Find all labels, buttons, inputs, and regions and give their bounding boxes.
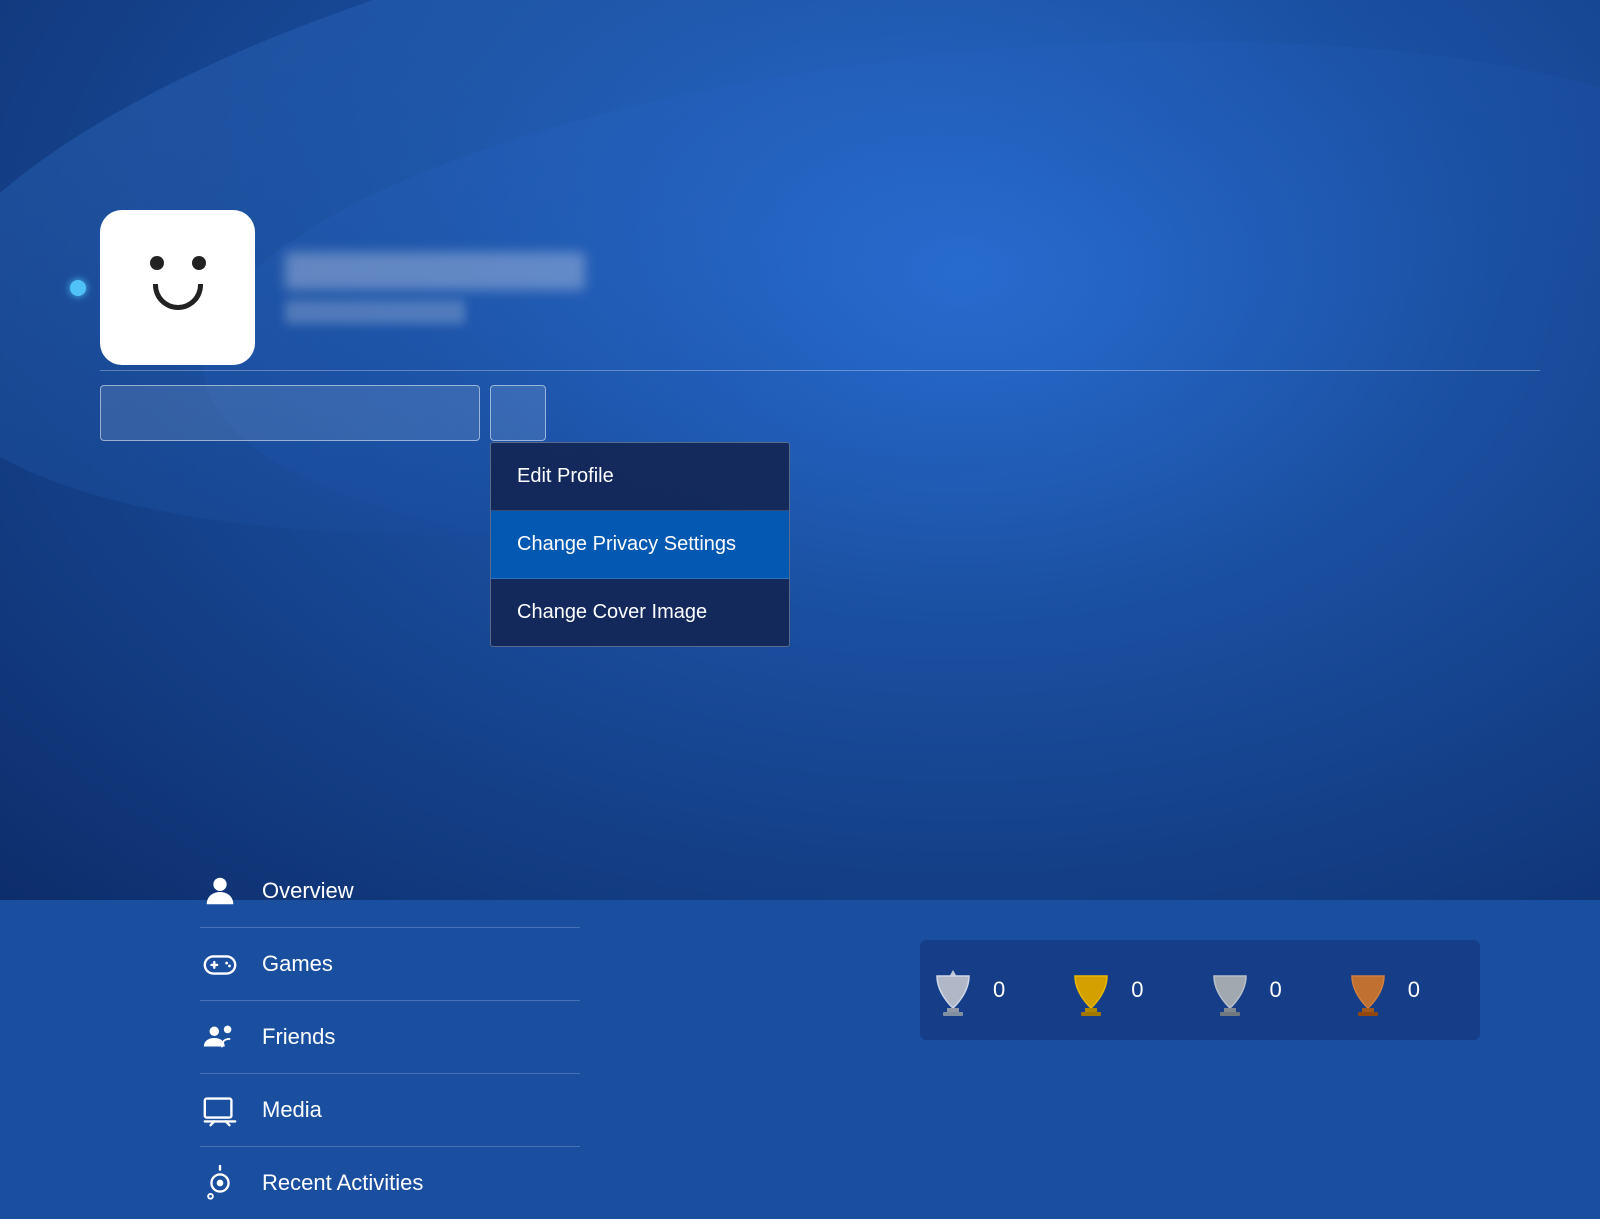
left-nav: Overview Games Friends Media Recent Activiti…	[200, 855, 580, 1219]
platinum-trophy-icon	[927, 964, 979, 1016]
platinum-trophy-count: 0	[993, 977, 1005, 1003]
recent-icon	[200, 1163, 240, 1203]
profile-info	[285, 252, 585, 324]
media-icon	[200, 1090, 240, 1130]
person-icon	[200, 871, 240, 911]
online-indicator	[70, 280, 86, 296]
dropdown-item-edit-profile[interactable]: Edit Profile	[491, 443, 789, 511]
face-eye-right	[192, 256, 206, 270]
face-eyes	[128, 256, 228, 270]
set-online-status-button[interactable]	[100, 385, 480, 441]
profile-divider	[100, 370, 1540, 371]
dropdown-item-change-privacy[interactable]: Change Privacy Settings	[491, 511, 789, 579]
nav-item-media[interactable]: Media	[200, 1074, 580, 1147]
bottom-section: OverviewGamesFriendsMediaRecent Activiti…	[100, 385, 1540, 900]
friends-icon	[200, 1017, 240, 1057]
silver-trophy-count: 0	[1270, 977, 1282, 1003]
nav-item-games[interactable]: Games	[200, 928, 580, 1001]
face-eye-left	[150, 256, 164, 270]
nav-item-label-overview: Overview	[262, 878, 354, 904]
avatar	[100, 210, 255, 365]
psn-id-blur	[285, 300, 465, 324]
nav-item-recent-activities[interactable]: Recent Activities	[200, 1147, 580, 1219]
nav-item-overview[interactable]: Overview	[200, 855, 580, 928]
face-smile	[153, 284, 203, 310]
username-blur	[285, 252, 585, 290]
gamepad-icon	[200, 944, 240, 984]
trophy-item-bronze: 0	[1342, 964, 1420, 1016]
nav-item-label-recent-activities: Recent Activities	[262, 1170, 423, 1196]
action-row	[100, 385, 1540, 441]
profile-section	[100, 210, 585, 365]
trophy-item-platinum: 0	[927, 964, 1005, 1016]
avatar-face	[128, 238, 228, 338]
gold-trophy-icon	[1065, 964, 1117, 1016]
trophy-item-silver: 0	[1204, 964, 1282, 1016]
nav-item-label-media: Media	[262, 1097, 322, 1123]
gold-trophy-count: 0	[1131, 977, 1143, 1003]
trophy-item-gold: 0	[1065, 964, 1143, 1016]
nav-item-label-friends: Friends	[262, 1024, 335, 1050]
trophy-section: 0 0 0 0	[920, 940, 1480, 1040]
more-options-button[interactable]	[490, 385, 546, 441]
nav-item-label-games: Games	[262, 951, 333, 977]
silver-trophy-icon	[1204, 964, 1256, 1016]
nav-item-friends[interactable]: Friends	[200, 1001, 580, 1074]
bronze-trophy-icon	[1342, 964, 1394, 1016]
bronze-trophy-count: 0	[1408, 977, 1420, 1003]
dropdown-menu: Edit ProfileChange Privacy SettingsChang…	[490, 442, 790, 647]
dropdown-item-change-cover[interactable]: Change Cover Image	[491, 579, 789, 646]
